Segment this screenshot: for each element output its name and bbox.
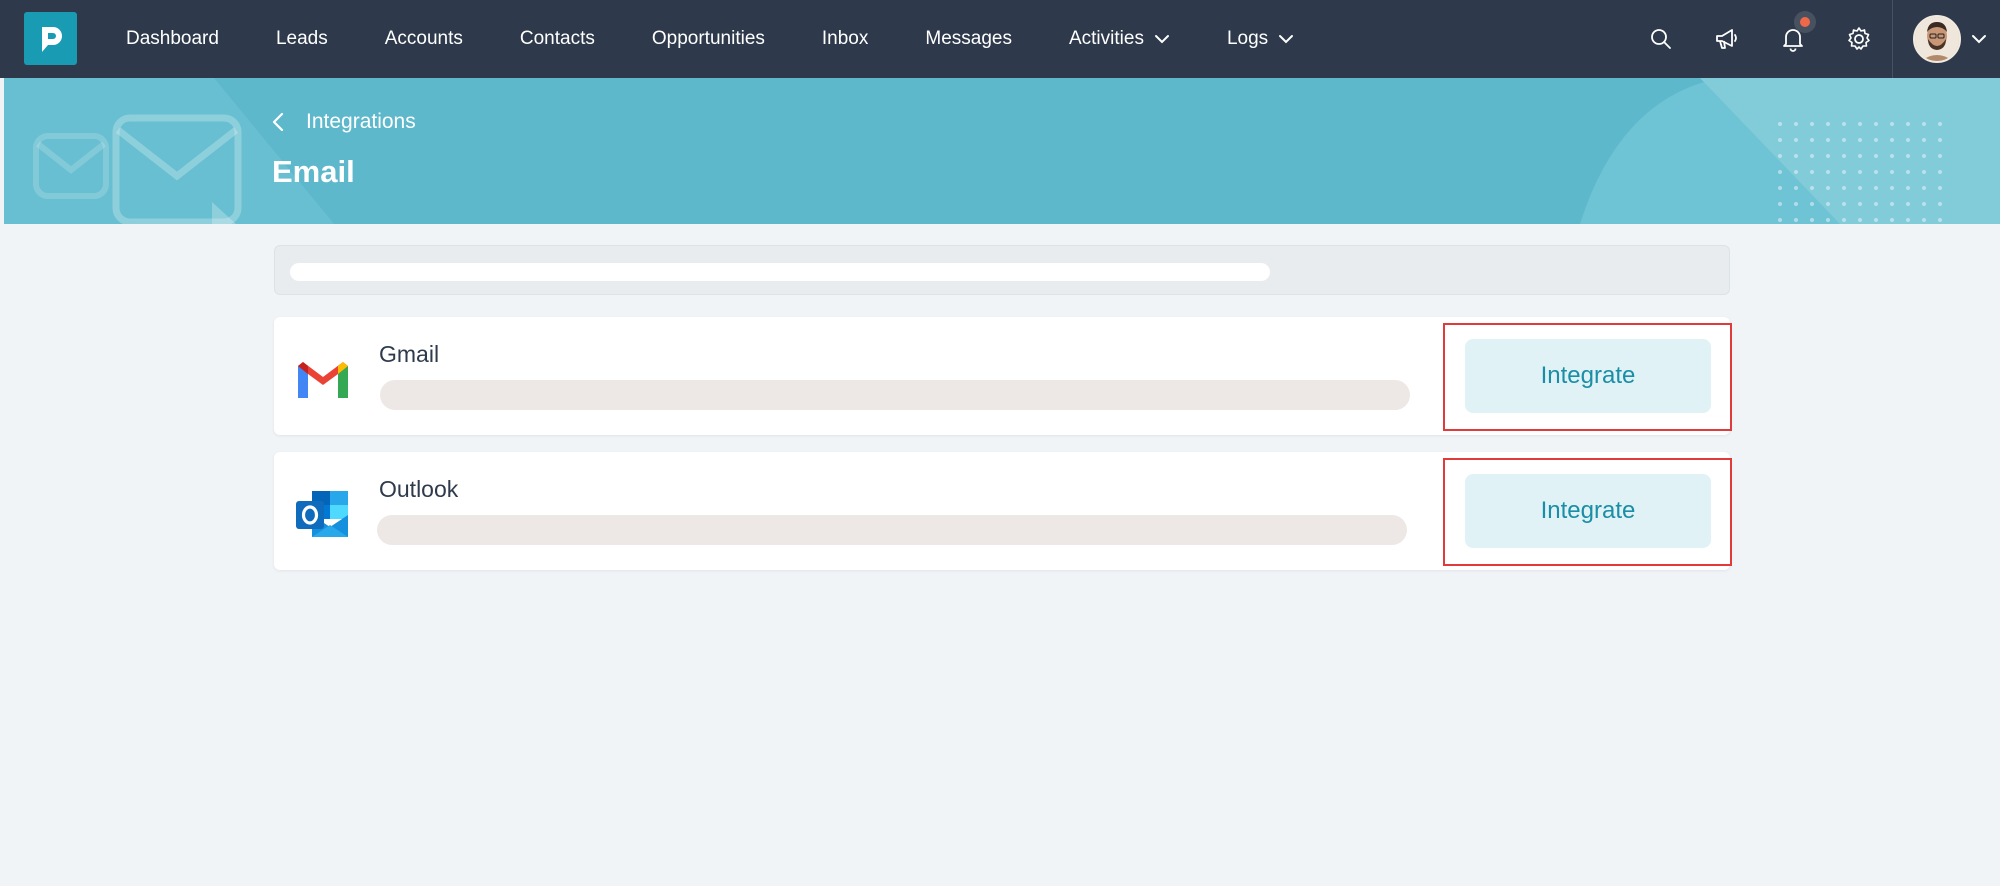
search-input[interactable] <box>274 245 1730 295</box>
avatar <box>1913 15 1961 63</box>
top-navigation: Dashboard Leads Accounts Contacts Opport… <box>0 0 2000 78</box>
nav-activities-label: Activities <box>1068 28 1144 49</box>
banner-decoration-right <box>1580 78 2000 224</box>
profile-menu[interactable] <box>1892 0 2000 78</box>
nav-logs[interactable]: Logs <box>1227 28 1294 50</box>
notifications-button[interactable] <box>1760 0 1826 78</box>
nav-accounts[interactable]: Accounts <box>385 28 463 50</box>
logo-icon <box>41 26 62 52</box>
search-button[interactable] <box>1628 0 1694 78</box>
bell-icon <box>1783 29 1803 52</box>
integration-card-outlook: Outlook Integrate <box>274 452 1732 570</box>
nav-contacts[interactable]: Contacts <box>520 28 595 50</box>
nav-inbox-label: Inbox <box>821 28 869 49</box>
breadcrumb[interactable]: Integrations <box>272 110 416 134</box>
app-logo[interactable] <box>24 12 77 65</box>
nav-menu: Dashboard Leads Accounts Contacts Opport… <box>126 0 1351 78</box>
search-input-placeholder-bar <box>290 263 1270 281</box>
search-icon <box>1651 29 1671 49</box>
nav-dashboard-label: Dashboard <box>126 28 219 49</box>
nav-opportunities[interactable]: Opportunities <box>652 28 765 50</box>
gmail-icon <box>294 352 352 406</box>
settings-button[interactable] <box>1826 0 1892 78</box>
integration-description-placeholder <box>377 515 1407 545</box>
nav-leads-label: Leads <box>275 28 328 49</box>
nav-inbox[interactable]: Inbox <box>822 28 868 50</box>
nav-actions <box>1628 0 2000 78</box>
breadcrumb-label: Integrations <box>306 110 416 133</box>
announcements-button[interactable] <box>1694 0 1760 78</box>
outlook-icon <box>294 487 352 541</box>
chevron-left-icon <box>272 112 284 132</box>
nav-contacts-label: Contacts <box>519 28 595 49</box>
avatar-image <box>1915 17 1959 61</box>
megaphone-icon <box>1716 29 1737 49</box>
page-header-banner <box>4 78 2000 224</box>
nav-logs-label: Logs <box>1226 28 1269 49</box>
nav-activities[interactable]: Activities <box>1069 28 1170 50</box>
chevron-down-icon <box>1154 34 1170 44</box>
nav-opportunities-label: Opportunities <box>651 28 765 49</box>
integration-name: Outlook <box>379 476 459 502</box>
nav-accounts-label: Accounts <box>384 28 463 49</box>
notification-badge <box>1800 17 1810 27</box>
integrate-gmail-button[interactable]: Integrate <box>1465 339 1711 413</box>
nav-messages[interactable]: Messages <box>925 28 1012 50</box>
nav-dashboard[interactable]: Dashboard <box>126 28 219 50</box>
integration-name: Gmail <box>379 341 440 367</box>
nav-messages-label: Messages <box>925 28 1012 49</box>
chevron-down-icon <box>1278 34 1294 44</box>
gear-icon <box>1848 27 1870 50</box>
page-title: Email <box>272 154 355 189</box>
chevron-down-icon <box>1971 34 1987 44</box>
nav-leads[interactable]: Leads <box>276 28 328 50</box>
integration-card-gmail: Gmail Integrate <box>274 317 1732 435</box>
banner-decoration <box>4 78 334 224</box>
integration-description-placeholder <box>380 380 1410 410</box>
integrate-outlook-button[interactable]: Integrate <box>1465 474 1711 548</box>
